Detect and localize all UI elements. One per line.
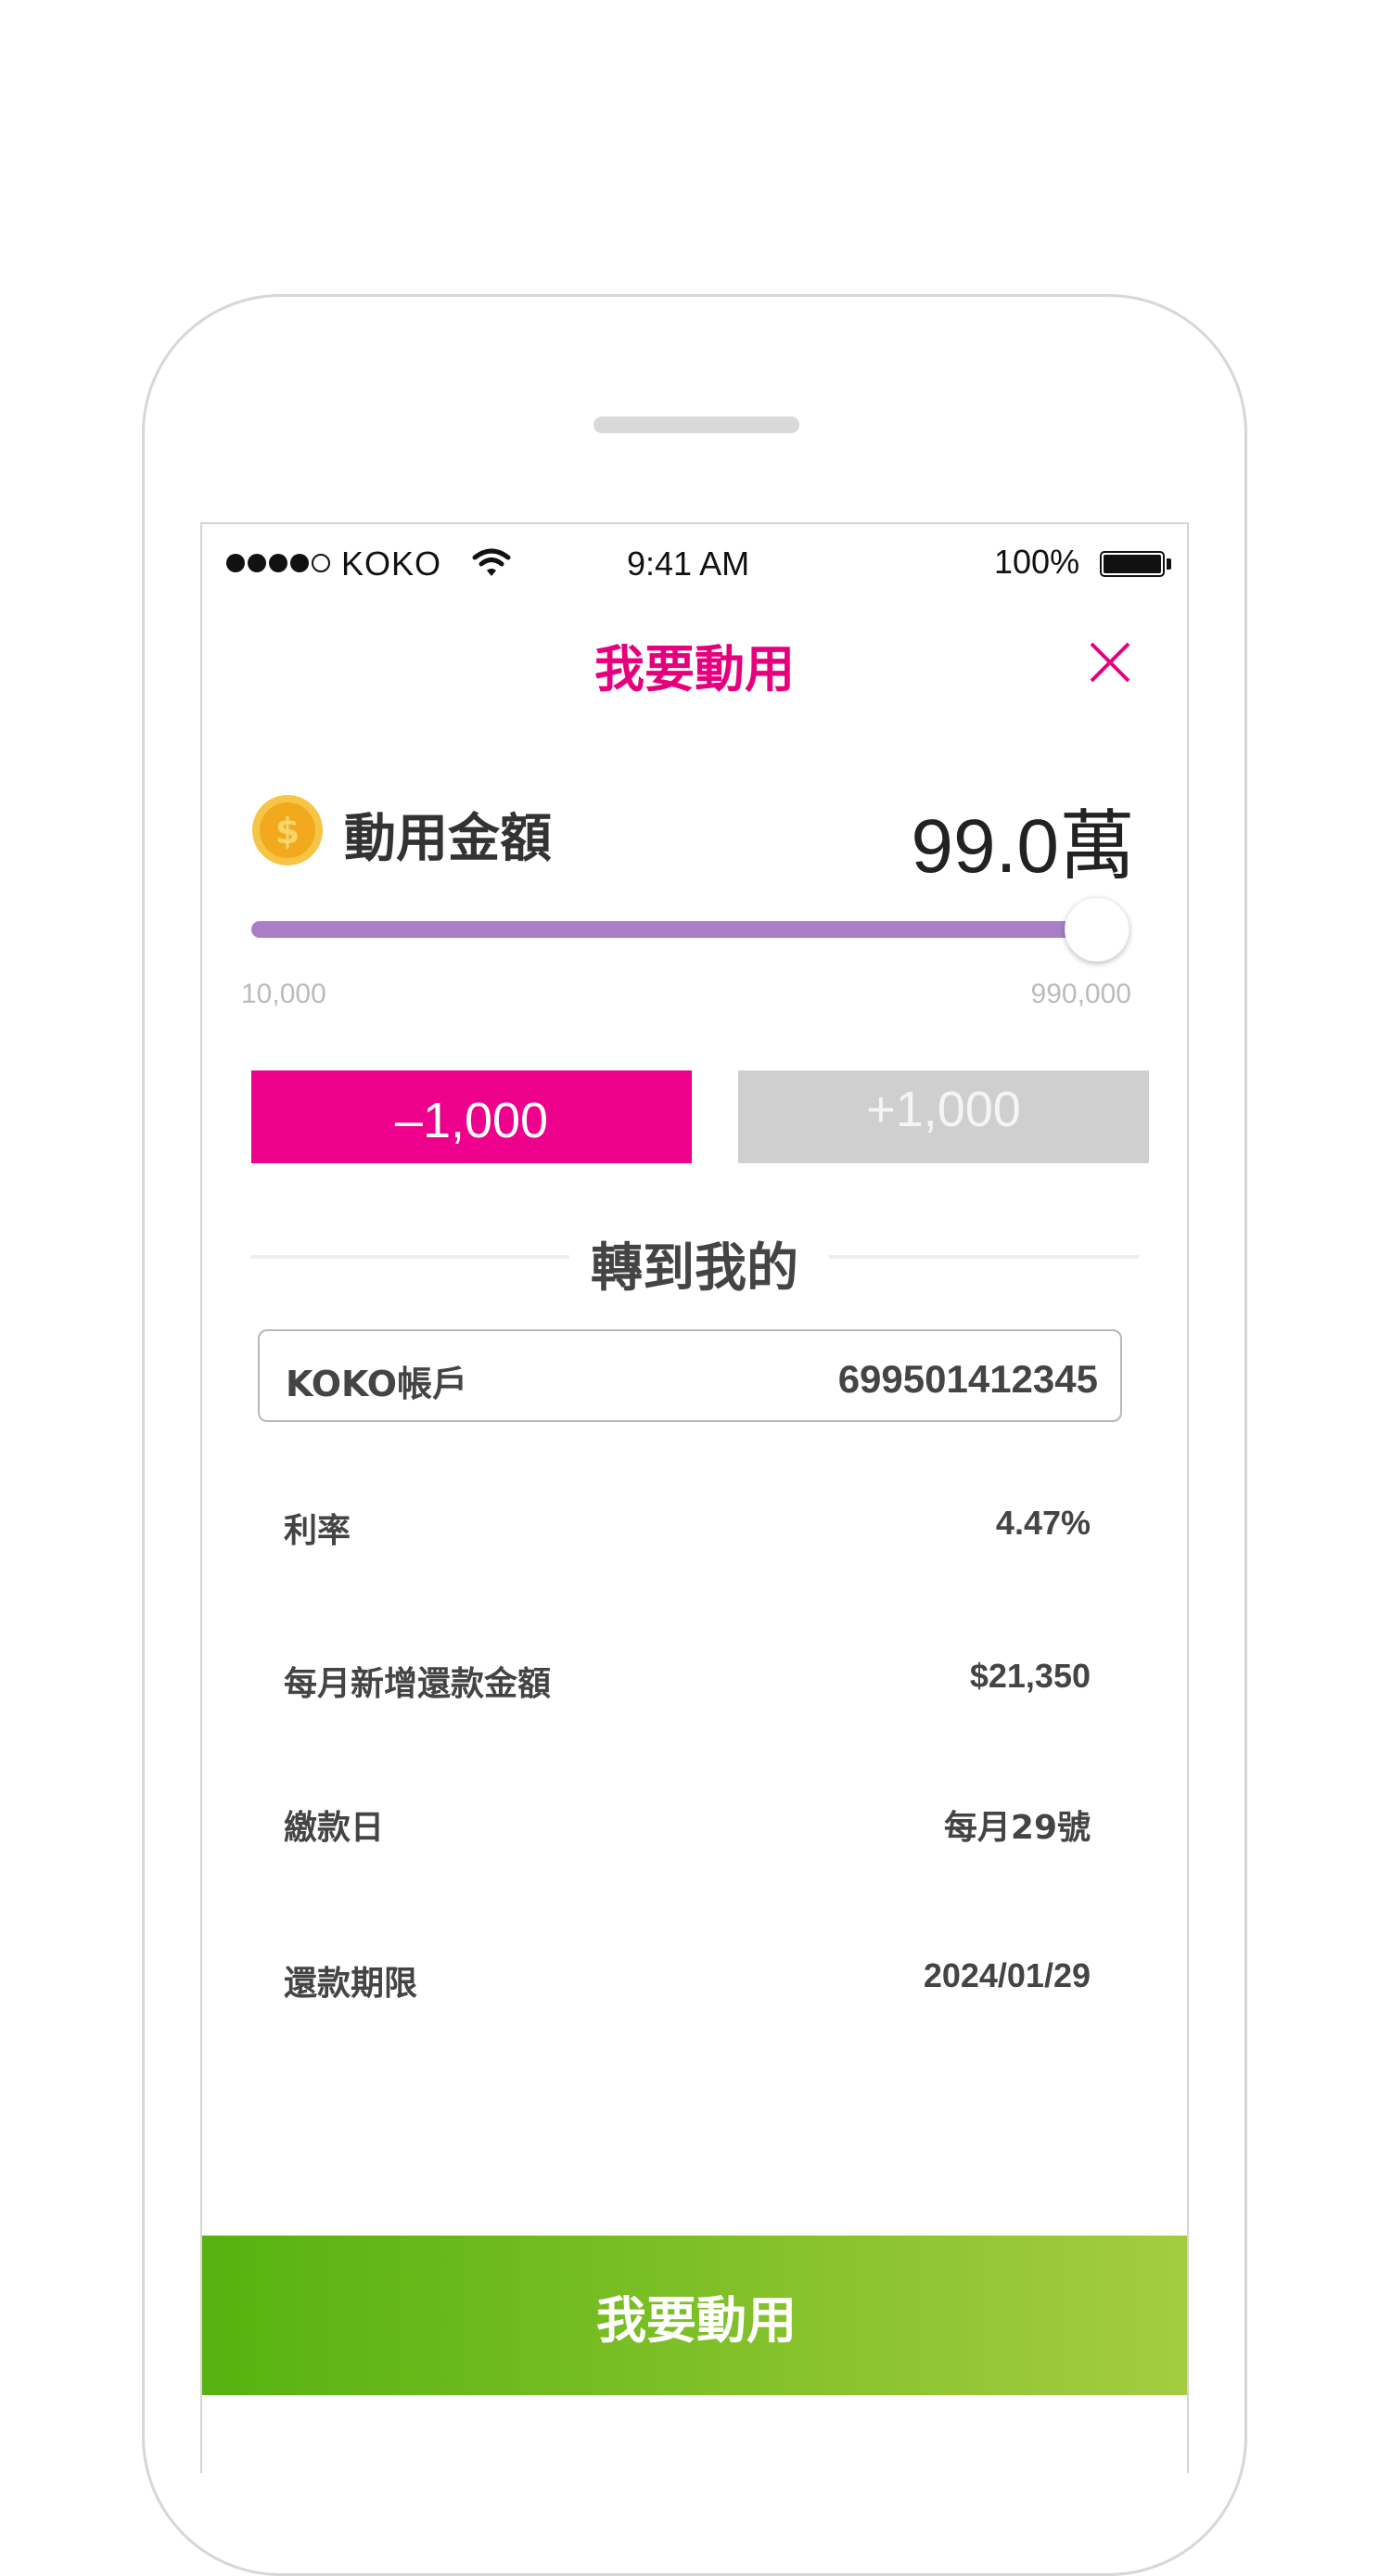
coin-dollar-icon: $ bbox=[252, 795, 323, 865]
slider-min-label: 10,000 bbox=[241, 979, 326, 1009]
interest-rate-label: 利率 bbox=[284, 1512, 351, 1550]
account-number: 699501412345 bbox=[837, 1357, 1098, 1401]
svg-text:$: $ bbox=[275, 811, 300, 852]
battery-percentage: 100% bbox=[994, 543, 1080, 581]
battery-icon bbox=[1100, 551, 1165, 577]
amount-value: 99.0萬 bbox=[911, 804, 1135, 889]
increase-amount-button[interactable]: +1,000 bbox=[738, 1070, 1149, 1163]
destination-account-selector[interactable]: KOKO帳戶 699501412345 bbox=[258, 1329, 1122, 1422]
confirm-drawdown-button[interactable]: 我要動用 bbox=[202, 2236, 1187, 2395]
repayment-deadline-label: 還款期限 bbox=[284, 1965, 418, 2003]
amount-label: 動用金額 bbox=[344, 809, 552, 869]
monthly-repayment-label: 每月新增還款金額 bbox=[284, 1665, 552, 1703]
wifi-icon bbox=[472, 548, 511, 576]
page-title: 我要動用 bbox=[594, 640, 795, 698]
increase-amount-label: +1,000 bbox=[866, 1082, 1021, 1137]
phone-speaker bbox=[593, 417, 799, 433]
interest-rate-value: 4.47% bbox=[995, 1504, 1091, 1542]
monthly-repayment-value: $21,350 bbox=[969, 1657, 1091, 1695]
carrier-name: KOKO bbox=[341, 545, 442, 583]
status-time: 9:41 AM bbox=[627, 545, 750, 583]
amount-slider-track[interactable] bbox=[251, 921, 1104, 938]
account-name: KOKO帳戶 bbox=[286, 1364, 468, 1404]
status-bar: KOKO 9:41 AM 100% bbox=[202, 524, 1187, 608]
repayment-deadline-value: 2024/01/29 bbox=[923, 1956, 1091, 1994]
decrease-amount-button[interactable]: –1,000 bbox=[251, 1070, 692, 1163]
decrease-amount-label: –1,000 bbox=[394, 1093, 549, 1148]
amount-slider-thumb[interactable] bbox=[1065, 897, 1129, 962]
transfer-section-title: 轉到我的 bbox=[591, 1238, 798, 1299]
close-icon[interactable] bbox=[1087, 639, 1133, 686]
battery-tip bbox=[1167, 558, 1171, 570]
app-screen: KOKO 9:41 AM 100% 我要動用 $ 動用金額 99.0萬 10,0… bbox=[200, 522, 1189, 2473]
slider-max-label: 990,000 bbox=[1030, 979, 1131, 1009]
signal-strength-icon bbox=[226, 554, 330, 572]
payment-day-label: 繳款日 bbox=[284, 1809, 385, 1847]
payment-day-value: 每月29號 bbox=[943, 1809, 1091, 1847]
